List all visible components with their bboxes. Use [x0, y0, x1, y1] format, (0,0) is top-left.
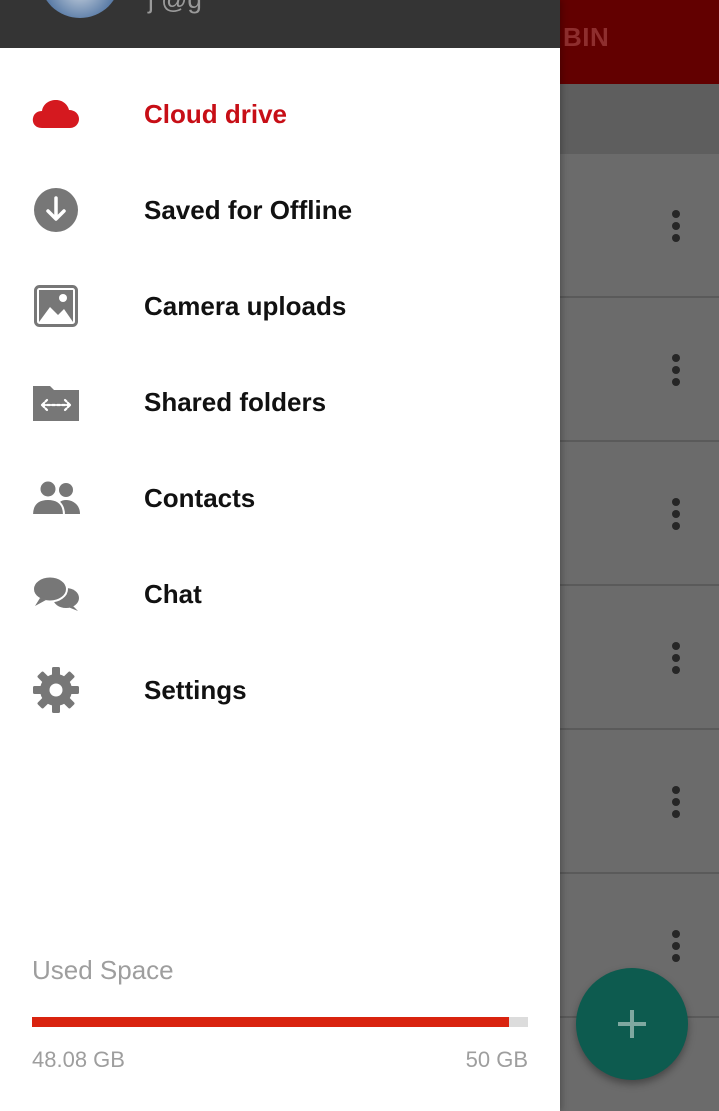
contacts-icon	[32, 474, 80, 522]
menu-item-label: Saved for Offline	[144, 194, 353, 225]
image-icon	[32, 282, 80, 330]
avatar[interactable]	[40, 0, 120, 18]
menu-item-camera-uploads[interactable]: Camera uploads	[0, 258, 560, 354]
menu-item-label: Contacts	[144, 482, 256, 513]
menu-item-saved-for-offline[interactable]: Saved for Offline	[0, 162, 560, 258]
menu-item-cloud-drive[interactable]: Cloud drive	[0, 66, 560, 162]
drawer-header: j @g	[0, 0, 560, 48]
storage-used-value: 48.08 GB	[32, 1047, 125, 1072]
menu-item-label: Shared folders	[144, 386, 327, 417]
menu-item-shared-folders[interactable]: Shared folders	[0, 354, 560, 450]
menu-item-label: Cloud drive	[144, 98, 288, 129]
add-fab-button	[576, 968, 688, 1080]
account-email: j @g	[148, 0, 202, 15]
storage-total-value: 50 GB	[465, 1047, 528, 1072]
more-options-icon	[662, 786, 690, 822]
more-options-icon	[662, 642, 690, 678]
menu-item-label: Settings	[144, 674, 247, 705]
more-options-icon	[662, 498, 690, 534]
cloud-icon	[32, 90, 80, 138]
more-options-icon	[662, 930, 690, 966]
menu-item-settings[interactable]: Settings	[0, 642, 560, 738]
menu-item-label: Chat	[144, 578, 202, 609]
download-icon	[32, 186, 80, 234]
drawer-menu: Cloud drive Saved for Offline Camera upl…	[0, 66, 560, 738]
more-options-icon	[662, 354, 690, 390]
storage-progress-fill	[32, 1017, 509, 1027]
navigation-drawer: j @g Cloud drive Saved for Offline	[0, 0, 560, 1111]
shared-folder-icon	[32, 378, 80, 426]
used-space-title: Used Space	[32, 955, 174, 985]
menu-item-label: Camera uploads	[144, 290, 347, 321]
gear-icon	[32, 666, 80, 714]
storage-progress-bar	[32, 1017, 528, 1027]
menu-item-contacts[interactable]: Contacts	[0, 450, 560, 546]
menu-item-chat[interactable]: Chat	[0, 546, 560, 642]
chat-icon	[32, 570, 80, 618]
more-options-icon	[662, 210, 690, 246]
